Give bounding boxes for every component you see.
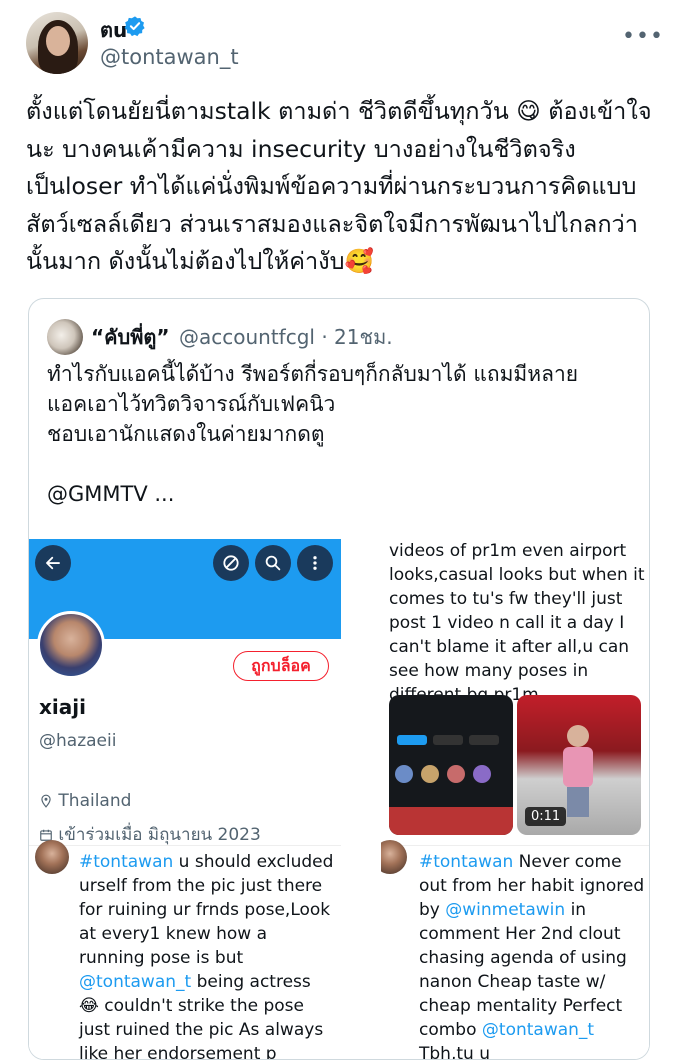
quote-line: ชอบเอานักแสดงในค่ายมากดตู: [47, 422, 325, 446]
profile-name: xiaji: [39, 695, 86, 719]
back-arrow-icon: [35, 545, 71, 581]
attached-image-replies[interactable]: videos of pr1m even airport looks,casual…: [381, 539, 649, 1059]
quote-line: [47, 449, 637, 479]
profile-joined-text: เข้าร่วมเมื่อ มิถุนายน 2023: [58, 825, 261, 845]
quote-author-handle: @accountfcgl · 21ชม.: [179, 325, 393, 349]
search-icon: [255, 545, 291, 581]
tweet-text: ตั้งแต่โดนยัยนี่ตามstalk ตามด่า ชีวิตดีข…: [26, 97, 652, 275]
media-thumbnail-instagram: [389, 695, 513, 835]
author-handle[interactable]: @tontawan_t: [100, 45, 239, 69]
media-thumbnail-video: 0:11: [517, 695, 641, 835]
quote-avatar[interactable]: [47, 319, 83, 355]
more-icon[interactable]: •••: [622, 24, 664, 49]
block-icon: [213, 545, 249, 581]
left-reply: #tontawan u should excluded urself from …: [29, 840, 341, 1059]
quote-text: ทำไรกับแอคนี้ได้บ้าง รีพอร์ตกี่รอบๆก็กลั…: [47, 359, 637, 509]
quote-line: @GMMTV ...: [47, 482, 175, 506]
right-reply: #tontawan Never come out from her habit …: [381, 840, 649, 1059]
location-pin-icon: [41, 794, 51, 808]
mention-link: @tontawan_t: [79, 972, 192, 992]
verified-badge-icon: [124, 16, 145, 37]
reply-avatar: [35, 840, 69, 874]
profile-location-text: Thailand: [58, 791, 132, 811]
reply-avatar: [381, 840, 407, 874]
attached-image-profile[interactable]: ถูกบล็อค xiaji @hazaeii Thailand เข้าร่ว…: [29, 539, 341, 1059]
video-duration: 0:11: [525, 807, 567, 826]
hashtag-link: #tontawan: [419, 852, 514, 872]
quote-line: ทำไรกับแอคนี้ได้บ้าง รีพอร์ตกี่รอบๆก็กลั…: [47, 362, 579, 386]
reply-text: #tontawan u should excluded urself from …: [79, 852, 334, 1059]
blocked-badge: ถูกบล็อค: [233, 651, 329, 681]
quote-tweet-card[interactable]: “คับพี่ตู” @accountfcgl · 21ชม. ทำไรกับแ…: [28, 298, 650, 1060]
author-avatar[interactable]: [26, 12, 88, 74]
hashtag-link: #tontawan: [79, 852, 174, 872]
reply-text: #tontawan Never come out from her habit …: [419, 852, 645, 1059]
profile-handle: @hazaeii: [39, 731, 117, 751]
quote-author-name: “คับพี่ตู”: [91, 325, 170, 349]
mention-link: @winmetawin: [445, 900, 566, 920]
kebab-icon: [297, 545, 333, 581]
reply-top-text: videos of pr1m even airport looks,casual…: [389, 541, 645, 705]
profile-avatar: [37, 611, 105, 679]
profile-joined: เข้าร่วมเมื่อ มิถุนายน 2023: [39, 821, 261, 848]
profile-location: Thailand: [39, 791, 131, 811]
mention-link: @tontawan_t: [481, 1020, 595, 1040]
quote-line: แอคเอาไว้ทวิตวิจารณ์กับเฟคนิว: [47, 392, 336, 416]
